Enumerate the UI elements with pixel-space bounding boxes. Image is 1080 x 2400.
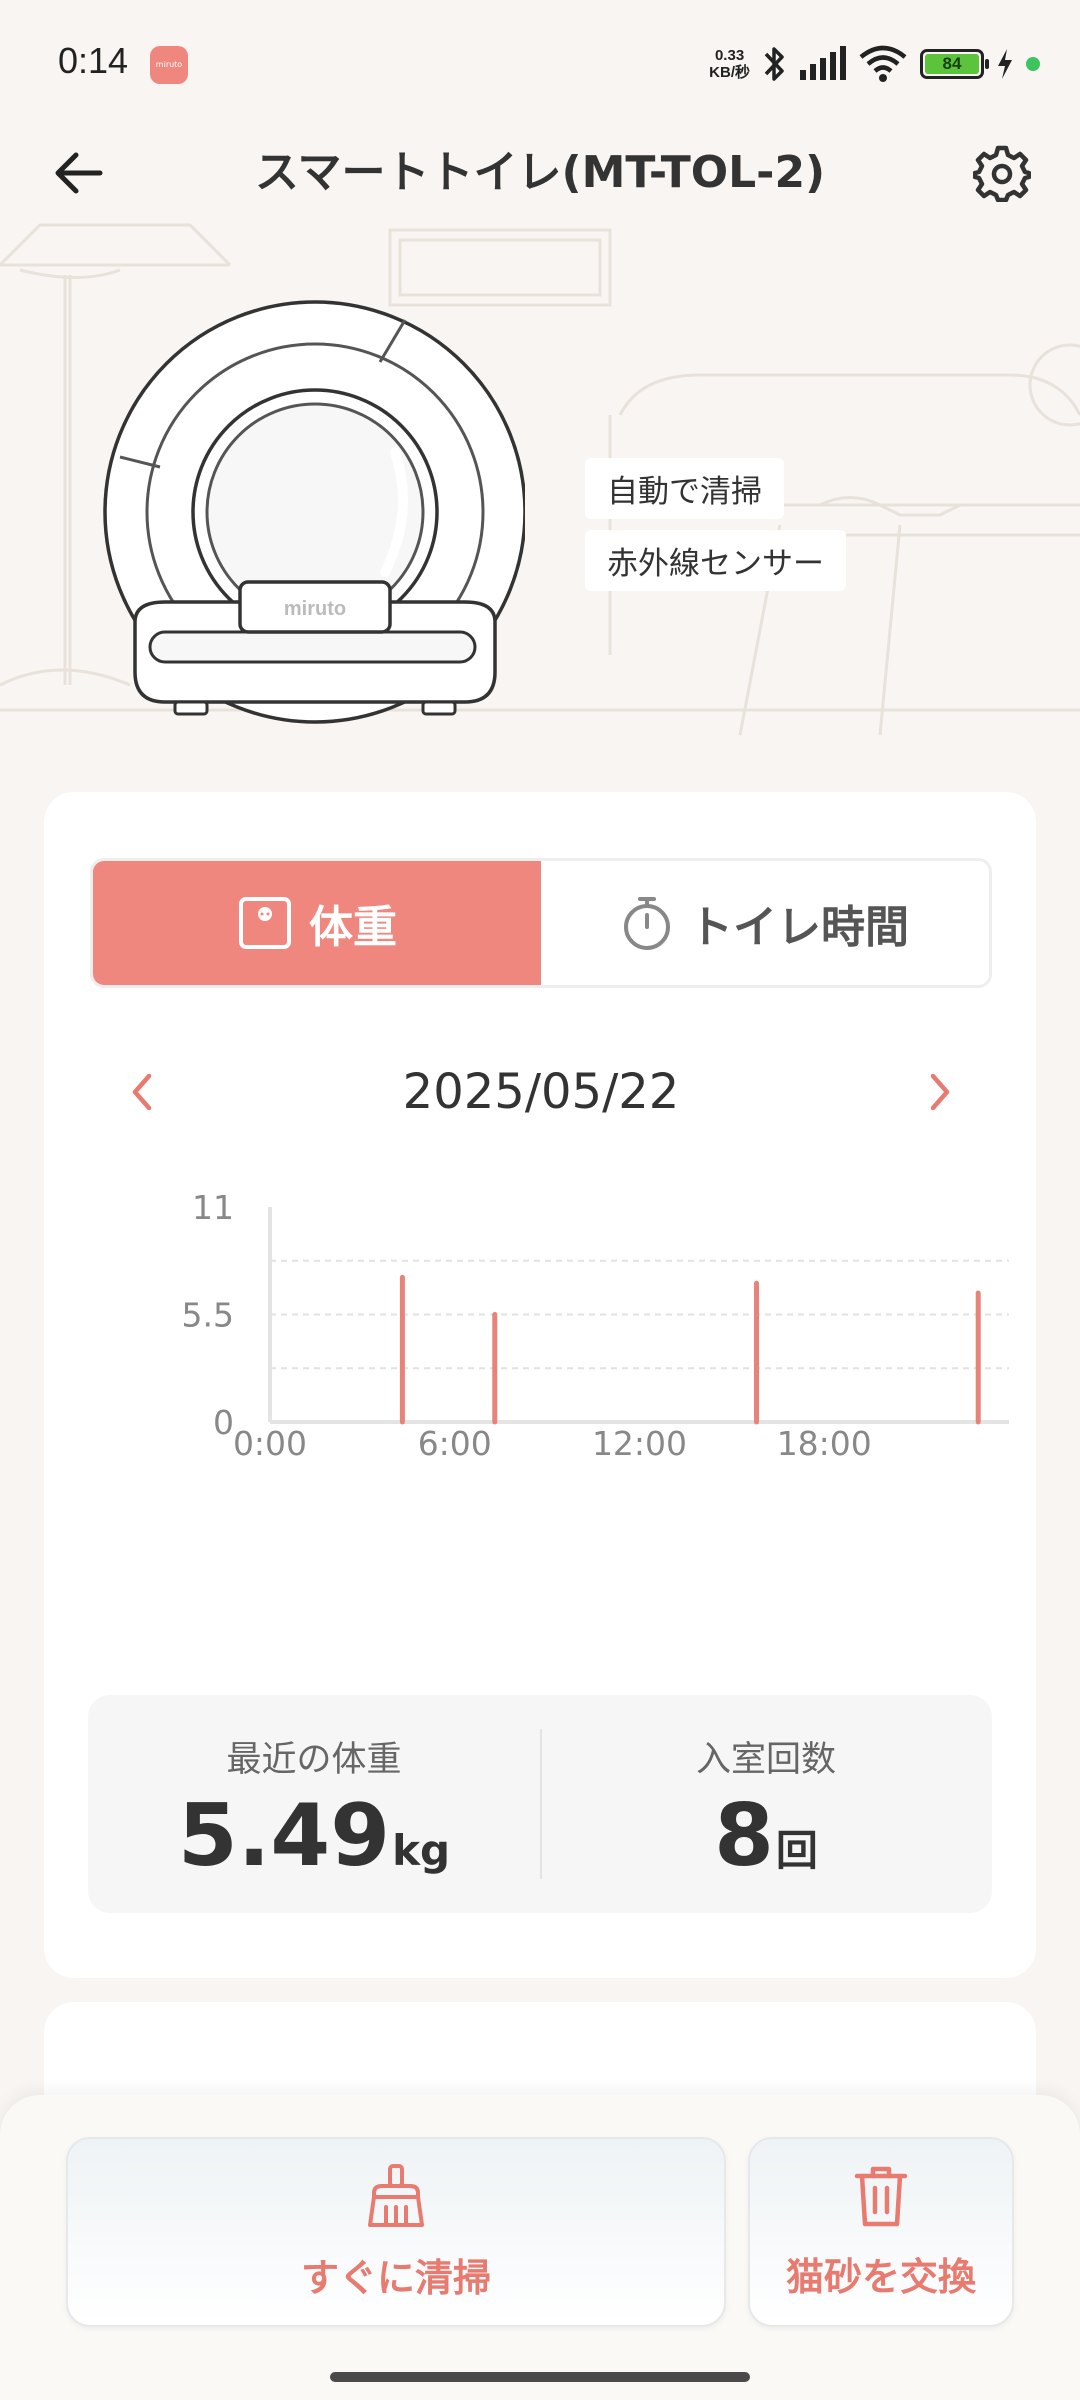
stat-visit-count-value-row: 8回 xyxy=(540,1788,992,1899)
clean-now-button[interactable]: すぐに清掃 xyxy=(66,2137,726,2327)
signal-icon xyxy=(800,46,846,80)
weight-card: 体重 トイレ時間 2025/05/22 11 5.5 0 0:00 6:00 12:00… xyxy=(44,792,1036,1978)
stat-recent-weight-unit: kg xyxy=(392,1826,451,1875)
action-bar: すぐに清掃 猫砂を交換 xyxy=(0,2095,1080,2400)
network-speed-value: 0.33 xyxy=(714,47,745,64)
battery-icon: 84 xyxy=(920,49,989,79)
broom-icon xyxy=(368,2163,424,2227)
charging-icon xyxy=(998,49,1012,79)
stat-visit-count-label: 入室回数 xyxy=(695,1740,836,1780)
selected-date: 2025/05/22 xyxy=(402,1064,680,1120)
home-indicator xyxy=(330,2372,750,2382)
status-bar: 0:14 miruto 0.33 KB/秒 84 xyxy=(0,0,1080,130)
stat-recent-weight-value: 5.49 xyxy=(177,1786,391,1886)
wifi-icon xyxy=(859,45,907,82)
header: スマートトイレ(MT-TOL-2) xyxy=(0,115,1080,225)
chart-y-tick-label: 11 xyxy=(192,1188,234,1227)
stat-visit-count: 入室回数 8回 xyxy=(540,1695,992,1913)
battery-level: 84 xyxy=(925,54,979,74)
tab-weight[interactable]: 体重 xyxy=(93,861,541,985)
weight-chart: 11 5.5 0 0:00 6:00 12:00 18:00 xyxy=(182,1188,1009,1457)
network-speed-unit: KB/秒 xyxy=(709,64,750,81)
product-hero: miruto 自動で清掃 赤外線センサー xyxy=(0,215,1080,760)
stat-visit-count-unit: 回 xyxy=(775,1826,818,1875)
tab-weight-label: 体重 xyxy=(309,902,397,953)
chart-x-tick-label: 0:00 xyxy=(233,1424,307,1457)
settings-button[interactable] xyxy=(964,135,1040,211)
next-date-button[interactable] xyxy=(908,1060,972,1124)
feature-tag-infrared: 赤外線センサー xyxy=(585,530,846,591)
bluetooth-icon xyxy=(764,47,784,81)
chart-y-tick-label: 5.5 xyxy=(182,1296,234,1335)
privacy-dot xyxy=(1026,57,1040,71)
page-title: スマートトイレ(MT-TOL-2) xyxy=(254,147,826,198)
stat-recent-weight-label: 最近の体重 xyxy=(226,1740,402,1780)
feature-tag-auto-clean: 自動で清掃 xyxy=(585,458,784,519)
product-brand-label: miruto xyxy=(284,598,346,620)
app-notification-icon: miruto xyxy=(150,46,188,84)
tab-toilet-time-label: トイレ時間 xyxy=(689,902,909,953)
stat-visit-count-value: 8 xyxy=(714,1786,774,1886)
tab-switcher: 体重 トイレ時間 xyxy=(90,858,992,988)
scale-icon xyxy=(239,897,291,949)
gear-icon xyxy=(973,145,1031,202)
litter-box-illustration: miruto xyxy=(103,300,525,724)
clean-now-label: すぐに清掃 xyxy=(300,2255,491,2300)
stat-recent-weight-value-row: 5.49kg xyxy=(88,1788,540,1899)
chart-x-tick-label: 6:00 xyxy=(418,1424,492,1457)
change-litter-button[interactable]: 猫砂を交換 xyxy=(748,2137,1014,2327)
chart-x-tick-label: 12:00 xyxy=(592,1424,687,1457)
change-litter-label: 猫砂を交換 xyxy=(785,2254,976,2299)
tab-toilet-time[interactable]: トイレ時間 xyxy=(541,861,989,985)
chart-x-tick-label: 18:00 xyxy=(777,1424,872,1457)
chevron-right-icon xyxy=(930,1073,950,1111)
network-speed: 0.33 KB/秒 xyxy=(709,47,750,81)
trash-icon xyxy=(854,2166,908,2226)
date-navigator: 2025/05/22 xyxy=(90,1054,992,1130)
stat-recent-weight: 最近の体重 5.49kg xyxy=(88,1695,540,1913)
chart-y-tick-label: 0 xyxy=(213,1403,234,1442)
status-time: 0:14 xyxy=(58,40,129,81)
stats-panel: 最近の体重 5.49kg 入室回数 8回 xyxy=(88,1695,992,1913)
stopwatch-icon xyxy=(624,897,670,950)
